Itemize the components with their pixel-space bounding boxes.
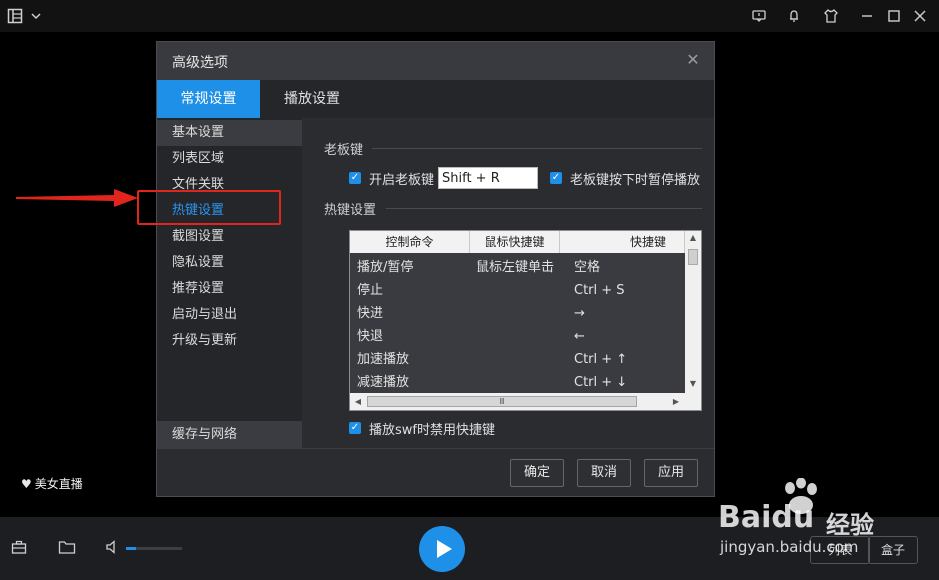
cell-command: 加速播放 bbox=[357, 352, 410, 367]
dialog-title: 高级选项 bbox=[172, 55, 228, 71]
ok-button[interactable]: 确定 bbox=[510, 459, 564, 487]
cell-command: 快退 bbox=[357, 329, 384, 344]
baidu-jingyan-watermark: Baidu 经验 jingyan.baidu.com bbox=[718, 478, 928, 558]
cell-hotkey: ← bbox=[574, 329, 585, 344]
pause-on-boss-key-checkbox[interactable]: ✓ bbox=[550, 172, 562, 184]
live-stream-label: 美女直播 bbox=[34, 477, 83, 491]
cell-command: 停止 bbox=[357, 283, 384, 298]
minimize-icon[interactable] bbox=[858, 7, 876, 25]
scroll-up-icon[interactable]: ▲ bbox=[685, 231, 701, 245]
settings-tabs: 常规设置 播放设置 bbox=[157, 80, 714, 118]
cell-mouse-shortcut: 鼠标左键单击 bbox=[476, 260, 555, 275]
tab-playback-settings[interactable]: 播放设置 bbox=[267, 80, 357, 118]
sidebar-item-privacy[interactable]: 隐私设置 bbox=[157, 250, 302, 276]
disable-hotkeys-swf-label: 播放swf时禁用快捷键 bbox=[369, 423, 495, 438]
cell-hotkey: Ctrl + ↑ bbox=[574, 352, 628, 367]
sidebar-item-startup-exit[interactable]: 启动与退出 bbox=[157, 302, 302, 328]
scroll-left-icon[interactable]: ◀ bbox=[351, 393, 365, 410]
sidebar-item-screenshot[interactable]: 截图设置 bbox=[157, 224, 302, 250]
play-button[interactable] bbox=[419, 526, 465, 572]
toolbox-icon[interactable] bbox=[10, 539, 28, 557]
watermark-brand: Baidu bbox=[718, 500, 815, 535]
sidebar-item-upgrade[interactable]: 升级与更新 bbox=[157, 328, 302, 354]
column-header-mouse-shortcut[interactable]: 鼠标快捷键 bbox=[470, 231, 560, 253]
hotkey-table-header: 控制命令 鼠标快捷键 快捷键 bbox=[350, 231, 685, 253]
live-stream-link[interactable]: ♥ 美女直播 bbox=[21, 475, 83, 492]
annotation-highlight-box bbox=[137, 190, 281, 225]
boss-key-section-label: 老板键 bbox=[324, 143, 364, 158]
table-row[interactable]: 加速播放 Ctrl + ↑ bbox=[350, 348, 685, 371]
annotation-arrow-icon bbox=[16, 189, 138, 207]
settings-sidebar: 基本设置 列表区域 文件关联 热键设置 截图设置 隐私设置 推荐设置 启动与退出… bbox=[157, 118, 302, 448]
advanced-options-dialog: 高级选项 ✕ 常规设置 播放设置 基本设置 列表区域 文件关联 热键设置 截图设… bbox=[156, 41, 715, 497]
table-row[interactable]: 减速播放 Ctrl + ↓ bbox=[350, 371, 685, 394]
sidebar-item-cache-network[interactable]: 缓存与网络 bbox=[157, 422, 302, 448]
section-divider bbox=[372, 148, 702, 149]
table-row[interactable]: 播放/暂停 鼠标左键单击 空格 bbox=[350, 256, 685, 279]
sidebar-item-recommend[interactable]: 推荐设置 bbox=[157, 276, 302, 302]
vertical-scroll-thumb[interactable] bbox=[688, 249, 698, 265]
enable-boss-key-checkbox[interactable]: ✓ bbox=[349, 172, 361, 184]
volume-slider[interactable] bbox=[126, 547, 182, 550]
cell-hotkey: Ctrl + S bbox=[574, 283, 625, 298]
skin-icon[interactable] bbox=[822, 7, 840, 25]
column-header-hotkey[interactable]: 快捷键 bbox=[560, 231, 685, 253]
feedback-icon[interactable] bbox=[750, 7, 768, 25]
table-row[interactable]: 停止 Ctrl + S bbox=[350, 279, 685, 302]
disable-hotkeys-swf-checkbox[interactable]: ✓ bbox=[349, 422, 361, 434]
hotkey-table: 控制命令 鼠标快捷键 快捷键 播放/暂停 鼠标左键单击 空格 停止 Ctrl +… bbox=[349, 230, 702, 411]
cell-hotkey: Ctrl + ↓ bbox=[574, 375, 628, 390]
table-row[interactable]: 快退 ← bbox=[350, 325, 685, 348]
cell-command: 减速播放 bbox=[357, 375, 410, 390]
apply-button[interactable]: 应用 bbox=[644, 459, 698, 487]
close-icon[interactable] bbox=[911, 7, 929, 25]
horizontal-scrollbar[interactable]: ◀ Ⅲ ▶ bbox=[350, 393, 701, 410]
column-header-command[interactable]: 控制命令 bbox=[350, 231, 470, 253]
notification-icon[interactable] bbox=[785, 7, 803, 25]
cell-command: 播放/暂停 bbox=[357, 260, 414, 275]
hotkey-settings-panel: 老板键 ✓ 开启老板键 Shift + R ✓ 老板键按下时暂停播放 热键设置 … bbox=[302, 118, 714, 448]
sidebar-bottom-highlight: 缓存与网络 bbox=[157, 421, 302, 448]
sidebar-item-basic[interactable]: 基本设置 bbox=[157, 120, 302, 146]
watermark-url: jingyan.baidu.com bbox=[720, 538, 859, 556]
horizontal-scroll-thumb[interactable]: Ⅲ bbox=[367, 396, 637, 407]
cell-hotkey: 空格 bbox=[574, 260, 601, 275]
hotkey-section-label: 热键设置 bbox=[324, 203, 377, 218]
enable-boss-key-label: 开启老板键 bbox=[369, 173, 435, 188]
heart-icon: ♥ bbox=[21, 477, 32, 491]
sidebar-item-list-area[interactable]: 列表区域 bbox=[157, 146, 302, 172]
dialog-title-bar: 高级选项 ✕ bbox=[157, 42, 714, 80]
vertical-scrollbar[interactable]: ▲ ▼ bbox=[685, 231, 701, 393]
cell-hotkey: → bbox=[574, 306, 585, 321]
maximize-icon[interactable] bbox=[885, 7, 903, 25]
volume-slider-fill bbox=[126, 547, 137, 550]
cell-command: 快进 bbox=[357, 306, 384, 321]
table-row[interactable]: 快进 → bbox=[350, 302, 685, 325]
boss-key-hotkey-input[interactable]: Shift + R bbox=[438, 167, 538, 189]
dialog-footer: 确定 取消 应用 bbox=[157, 448, 714, 496]
chevron-down-icon[interactable] bbox=[27, 7, 45, 25]
section-divider bbox=[386, 208, 702, 209]
open-folder-icon[interactable] bbox=[58, 539, 76, 557]
dialog-close-icon[interactable]: ✕ bbox=[684, 51, 702, 69]
tab-general-settings[interactable]: 常规设置 bbox=[157, 80, 260, 118]
title-bar bbox=[0, 0, 939, 32]
menu-grid-icon[interactable] bbox=[6, 7, 24, 25]
volume-icon[interactable] bbox=[104, 539, 122, 557]
watermark-product: 经验 bbox=[826, 511, 874, 539]
pause-on-boss-key-label: 老板键按下时暂停播放 bbox=[570, 173, 701, 188]
cancel-button[interactable]: 取消 bbox=[577, 459, 631, 487]
scroll-down-icon[interactable]: ▼ bbox=[685, 377, 701, 391]
scroll-right-icon[interactable]: ▶ bbox=[669, 393, 683, 410]
